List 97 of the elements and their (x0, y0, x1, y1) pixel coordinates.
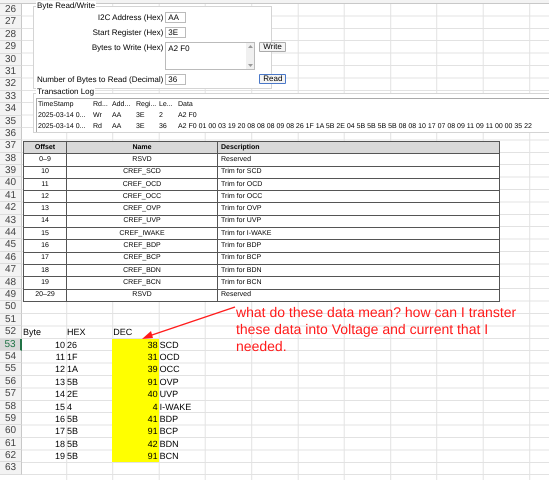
row-header[interactable]: 60 (0, 425, 22, 438)
row-header[interactable]: 51 (0, 314, 22, 326)
name-cell-text: OVP (158, 376, 180, 388)
input-field[interactable]: 36 (165, 74, 186, 85)
row-header[interactable]: 48 (0, 276, 22, 289)
dec-cell: 38 (112, 338, 159, 351)
field-label: I2C Address (Hex) (96, 12, 164, 23)
name-cell-text: BCN (158, 450, 180, 462)
byte-cell-text: 11 (54, 350, 66, 364)
name-cell-text: OCD (158, 350, 181, 364)
byte-cell-text: 16 (54, 412, 66, 426)
field-label: Bytes to Write (Hex) (90, 42, 164, 53)
row-header[interactable]: 36 (0, 128, 22, 140)
name-cell-text: OCC (158, 363, 181, 376)
row-header[interactable]: 63 (0, 462, 22, 475)
byte-cell-text: 15 (54, 400, 66, 413)
row-header[interactable]: 27 (0, 16, 22, 29)
row-header[interactable]: 59 (0, 412, 22, 426)
row-header[interactable]: 44 (0, 227, 22, 240)
panel-title: Byte Read/Write (36, 1, 96, 10)
row-header[interactable]: 61 (0, 438, 22, 450)
row-header[interactable]: 28 (0, 28, 22, 42)
byte-cell-text: 10 (54, 338, 66, 351)
byte-cell-text: 17 (54, 425, 66, 438)
dec-cell: 31 (112, 350, 159, 364)
byte-cell-text: 19 (54, 450, 66, 462)
row-header[interactable]: 26 (0, 4, 22, 16)
hex-cell-text: 1A (66, 363, 80, 376)
dec-cell: 91 (112, 376, 159, 388)
hex-cell-text: 5B (66, 450, 80, 462)
row-header[interactable]: 42 (0, 202, 22, 215)
hex-cell-text: 5B (66, 412, 80, 426)
hex-cell-text: 26 (66, 338, 78, 351)
name-cell-text: UVP (158, 388, 180, 400)
row-header[interactable]: 50 (0, 301, 22, 314)
hex-cell-text: 4 (66, 400, 74, 413)
panel-title: Transaction Log (36, 87, 96, 96)
row-header[interactable]: 35 (0, 116, 22, 128)
row-header[interactable]: 38 (0, 152, 22, 166)
row-header[interactable]: 39 (0, 165, 22, 178)
text-area[interactable]: A2 F0 (165, 42, 256, 70)
scrollbar[interactable] (246, 43, 254, 69)
scroll-down-icon[interactable] (248, 64, 253, 67)
row-header[interactable]: 41 (0, 190, 22, 202)
name-cell-text: I-WAKE (158, 400, 192, 413)
input-field[interactable]: 3E (165, 27, 186, 38)
row-header[interactable]: 55 (0, 363, 22, 376)
dec-cell: 42 (112, 438, 159, 450)
row-header[interactable]: 47 (0, 264, 22, 277)
name-cell-text: BCP (158, 425, 180, 438)
row-header[interactable]: 52 (0, 326, 22, 339)
row-header[interactable]: 30 (0, 54, 22, 66)
dec-cell: 40 (112, 388, 159, 400)
dec-cell: 91 (112, 425, 159, 438)
name-cell-text: BDN (158, 438, 180, 450)
field-label: Number of Bytes to Read (Decimal) (37, 74, 164, 85)
name-cell-text: BDP (158, 412, 180, 426)
row-header[interactable]: 34 (0, 103, 22, 116)
row-header[interactable]: 62 (0, 450, 22, 462)
dec-cell: 39 (112, 363, 159, 376)
row-header[interactable]: 54 (0, 350, 22, 364)
byte-cell-text: 18 (54, 438, 66, 450)
row-header[interactable]: 45 (0, 239, 22, 252)
byte-cell-text: 13 (54, 376, 66, 388)
row-header[interactable]: 49 (0, 288, 22, 302)
scroll-up-icon[interactable] (248, 45, 253, 48)
row-header[interactable]: 58 (0, 400, 22, 413)
write-button[interactable]: Write (259, 42, 286, 52)
column-label-cell-text: HEX (66, 326, 87, 339)
column-label-cell-text: Byte (22, 326, 42, 339)
row-header[interactable]: 46 (0, 252, 22, 264)
hex-cell-text: 2E (66, 388, 80, 400)
dec-cell: 91 (112, 450, 159, 462)
row-header[interactable]: 33 (0, 90, 22, 104)
row-header[interactable]: 56 (0, 376, 22, 388)
annotation-text: what do these data mean? how can I transter these data into Voltage and current that I needed. (236, 304, 518, 355)
input-field[interactable]: AA (165, 12, 186, 23)
hex-cell-text: 5B (66, 376, 80, 388)
name-cell-text: SCD (158, 338, 180, 351)
dec-cell: 41 (112, 412, 159, 426)
column-label-cell-text: DEC (112, 326, 134, 339)
read-button[interactable]: Read (259, 74, 286, 84)
byte-cell-text: 12 (54, 363, 66, 376)
row-header[interactable]: 32 (0, 78, 22, 91)
row-header[interactable]: 37 (0, 140, 22, 153)
hex-cell-text: 1F (66, 350, 79, 364)
row-header[interactable]: 57 (0, 388, 22, 400)
byte-cell-text: 14 (54, 388, 66, 400)
dec-cell: 4 (112, 400, 159, 413)
field-label: Start Register (Hex) (92, 27, 164, 38)
row-header[interactable]: 31 (0, 66, 22, 78)
row-header[interactable]: 53 (0, 338, 22, 351)
row-header[interactable]: 43 (0, 214, 22, 228)
row-header[interactable]: 40 (0, 177, 22, 190)
hex-cell-text: 5B (66, 425, 80, 438)
row-header[interactable]: 29 (0, 41, 22, 54)
hex-cell-text: 5B (66, 438, 80, 450)
